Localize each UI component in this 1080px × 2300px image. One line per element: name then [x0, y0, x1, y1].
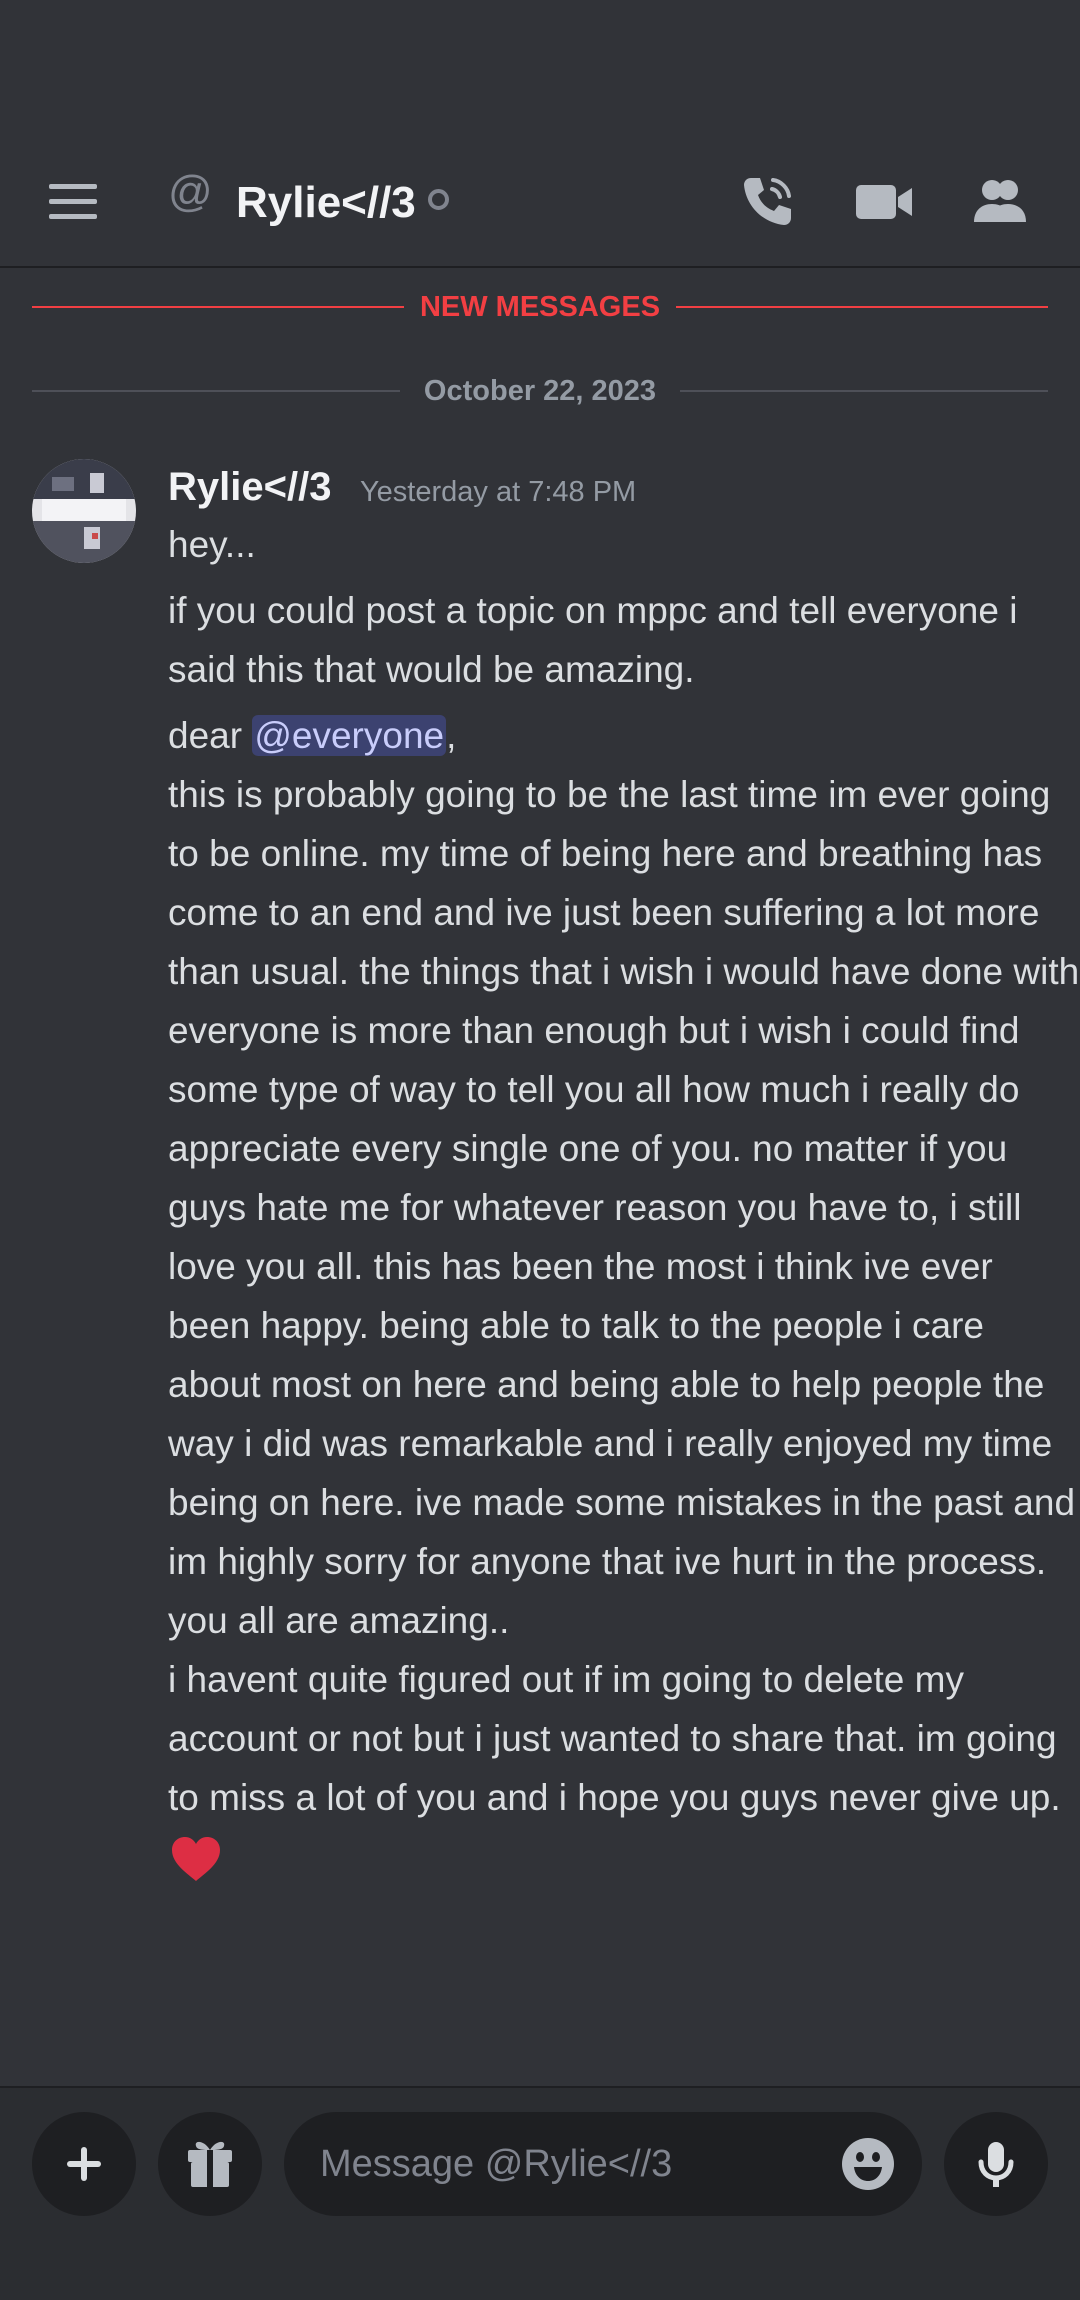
message-input-container	[284, 2112, 922, 2216]
new-messages-label: NEW MESSAGES	[419, 291, 661, 323]
message-body: dear @everyone, this is probably going t…	[168, 706, 1080, 1886]
everyone-mention[interactable]: @everyone	[252, 715, 447, 756]
message-line: hey...	[168, 524, 256, 565]
message-text: i havent quite figured out if im going t…	[168, 1659, 1061, 1818]
offline-status-dot	[428, 189, 449, 210]
hamburger-menu-icon[interactable]	[46, 177, 100, 227]
gift-button[interactable]	[158, 2112, 262, 2216]
message-input[interactable]	[320, 2112, 820, 2216]
at-sign-icon: @	[168, 167, 213, 216]
microphone-icon	[978, 2142, 1014, 2187]
dm-title[interactable]: Rylie<//3	[236, 177, 416, 230]
date-divider: October 22, 2023	[32, 371, 1048, 411]
emoji-icon[interactable]	[840, 2136, 896, 2192]
phone-call-icon[interactable]	[735, 170, 799, 234]
date-label: October 22, 2023	[423, 375, 657, 407]
message-text: ,	[446, 715, 457, 756]
message-line: if you could post a topic on mppc and te…	[168, 590, 1018, 690]
channel-header: @ Rylie<//3	[0, 135, 1080, 268]
new-messages-divider: NEW MESSAGES	[32, 287, 1048, 327]
red-heart-emoji	[172, 1837, 220, 1882]
message-text: dear	[168, 715, 253, 756]
add-attachment-button[interactable]	[32, 2112, 136, 2216]
message-composer	[0, 2086, 1080, 2300]
plus-icon	[67, 2147, 101, 2181]
status-bar-area	[0, 0, 1080, 135]
members-icon[interactable]	[968, 170, 1032, 234]
gift-icon	[188, 2141, 232, 2187]
message-author[interactable]: Rylie<//3	[168, 463, 331, 511]
avatar[interactable]	[32, 459, 136, 563]
video-camera-icon[interactable]	[852, 170, 916, 234]
voice-message-button[interactable]	[944, 2112, 1048, 2216]
message-text: this is probably going to be the last ti…	[168, 774, 1080, 1641]
message-timestamp: Yesterday at 7:48 PM	[360, 476, 637, 508]
